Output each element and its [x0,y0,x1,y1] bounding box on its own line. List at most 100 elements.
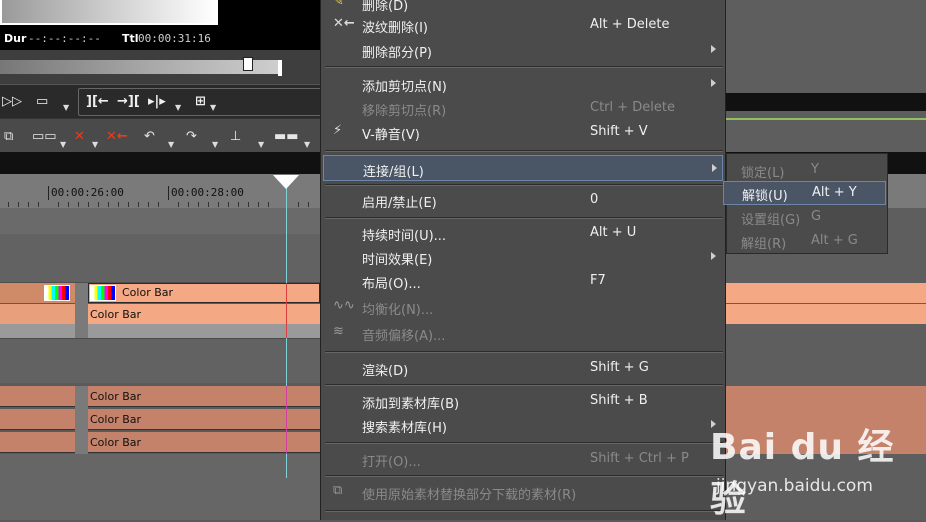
menu-item-label: V-静音(V) [362,128,420,143]
submenu-item-lock[interactable]: 锁定(L) Y [727,159,887,183]
menu-item-time-effect[interactable]: 时间效果(E) [321,246,725,270]
menu-item-label: 移除剪切点(R) [362,104,447,119]
menu-separator [325,351,723,353]
audio-level-icon[interactable]: ⊥ [230,128,241,146]
clip-thumbnail [44,285,70,301]
menu-item-label: 搜索素材库(H) [362,421,447,436]
submenu-item-shortcut: Y [811,162,819,177]
menu-item-shortcut: F7 [590,273,606,288]
timeline-clip[interactable] [0,304,75,324]
submenu-arrow-icon [712,164,717,172]
menu-item-equalize[interactable]: ∿∿ 均衡化(N)... [321,296,725,320]
menu-item-add-cut-point[interactable]: 添加剪切点(N) [321,73,725,97]
menu-item-remove-cut-point[interactable]: 移除剪切点(R) Ctrl + Delete [321,97,725,121]
total-label: Ttl [122,32,139,45]
menu-item-shortcut: Ctrl + Delete [590,100,676,115]
clip-thumbnail [90,285,116,301]
redo-icon[interactable]: ↷ [186,128,197,146]
ruler-label: 00:00:28:00 [171,186,244,199]
submenu-item-unlock[interactable]: 解锁(U) Alt + Y [723,181,886,205]
ruler-minor-tick [68,202,69,207]
playback-mode-dropdown-icon[interactable]: ▼ [63,98,69,118]
ruler-minor-tick [38,202,39,207]
preview-frame-image [0,0,218,25]
audio-clip[interactable] [0,409,75,430]
menu-separator [325,384,723,386]
ruler-minor-tick [98,202,99,207]
replace-clip-icon: ⧉ [333,483,343,498]
track-row[interactable] [0,234,320,283]
ruler-minor-tick [8,202,9,207]
menu-item-label: 添加到素材库(B) [362,397,460,412]
audio-clip[interactable] [0,386,75,407]
menu-item-layout[interactable]: 布局(O)... F7 [321,270,725,294]
set-in-icon[interactable]: ][← [86,92,109,112]
clip-gap [75,283,88,338]
scrub-handle[interactable] [243,57,253,71]
ruler-minor-tick [158,202,159,207]
menu-item-v-mute[interactable]: ⚡ V-静音(V) Shift + V [321,121,725,145]
progress-line [726,118,926,120]
paste-icon[interactable]: ▭▭ [32,128,57,146]
ripple-delete-icon: ✕← [333,16,355,31]
menu-separator [325,184,723,186]
menu-item-ripple-delete[interactable]: ✕← 波纹删除(I) Alt + Delete [321,14,725,38]
menu-item-replace-downloaded[interactable]: ⧉ 使用原始素材替换部分下载的素材(R) [321,481,725,505]
undo-icon[interactable]: ↶ [144,128,155,146]
menu-item-label: 启用/禁止(E) [362,196,437,211]
menu-item-audio-offset[interactable]: ≋ 音频偏移(A)... [321,322,725,346]
ruler-minor-tick [88,202,89,207]
timeline-clip[interactable] [726,283,926,303]
duration-label: Dur [4,32,27,45]
ruler-minor-tick [78,202,79,207]
menu-item-link-group[interactable]: 连接/组(L) [323,155,723,181]
submenu-item-ungroup[interactable]: 解组(R) Alt + G [727,230,887,254]
menu-item-shortcut: Alt + U [590,225,637,240]
submenu-item-set-group[interactable]: 设置组(G) G [727,206,887,230]
split-icon[interactable]: ▸|▸ [148,92,166,112]
menu-item-add-to-bin[interactable]: 添加到素材库(B) Shift + B [321,390,725,414]
playhead-handle[interactable] [273,175,299,189]
menu-item-shortcut: Alt + Delete [590,17,670,32]
track-row[interactable] [0,208,320,235]
track-row[interactable] [0,338,320,383]
menu-item-delete-part[interactable]: 删除部分(P) [321,39,725,63]
submenu-arrow-icon [711,252,716,260]
clip-keyframe-bar [0,324,320,338]
ruler-minor-tick [298,202,299,207]
track-row[interactable] [0,454,320,520]
set-out-icon[interactable]: →][ [117,92,140,112]
ruler-minor-tick [128,202,129,207]
playhead-line-segment [286,283,287,338]
link-icon[interactable]: ▬▬ [274,128,299,146]
menu-item-label: 使用原始素材替换部分下载的素材(R) [362,488,577,503]
watermark-logo: Bai du 经验 [710,427,895,520]
ruler-minor-tick [238,202,239,207]
clip-label: Color Bar [90,308,142,321]
menu-item-label: 时间效果(E) [362,253,433,268]
menu-item-search-bin[interactable]: 搜索素材库(H) [321,414,725,438]
playback-mode-icon[interactable]: ▭ [36,92,48,112]
timeline-clip[interactable] [726,304,926,324]
ruler-minor-tick [218,202,219,207]
marker-dropdown-icon[interactable]: ▼ [210,98,216,118]
scrub-track[interactable] [0,60,282,74]
menu-item-enable-disable[interactable]: 启用/禁止(E) 0 [321,189,725,213]
menu-item-open[interactable]: 打开(O)... Shift + Ctrl + P [321,448,725,472]
ruler-minor-tick [198,202,199,207]
copy-icon[interactable]: ⧉ [4,128,13,146]
ruler-minor-tick [228,202,229,207]
timeline-header-strip [0,152,320,174]
submenu-arrow-icon [711,79,716,87]
fast-forward-icon[interactable]: ▷▷ [2,92,22,112]
menu-item-render[interactable]: 渲染(D) Shift + G [321,357,725,381]
ripple-delete-icon[interactable]: ✕← [106,128,128,146]
menu-item-duration[interactable]: 持续时间(U)... Alt + U [321,222,725,246]
marker-icon[interactable]: ⊞ [195,92,206,112]
delete-icon[interactable]: ✕ [74,128,85,146]
menu-separator [325,442,723,444]
clip-gap [75,386,88,454]
audio-clip[interactable] [0,432,75,453]
split-dropdown-icon[interactable]: ▼ [175,98,181,118]
menu-item-label: 均衡化(N)... [362,303,434,318]
